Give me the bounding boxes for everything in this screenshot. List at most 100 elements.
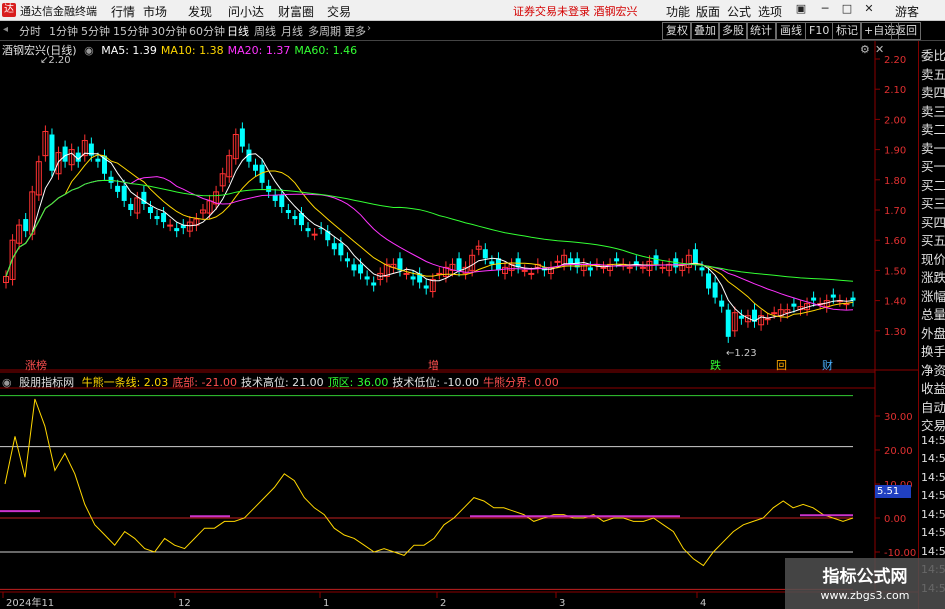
candle-body-109 — [719, 300, 725, 307]
indicator-toggle-icon[interactable]: ◉ — [2, 376, 12, 389]
candle-body-44 — [292, 216, 298, 220]
candle-body-40 — [266, 185, 272, 192]
candle-body-64 — [423, 285, 429, 289]
side-item-5[interactable]: 卖一 — [921, 138, 945, 157]
candle-body-80 — [528, 272, 535, 275]
event-marker-3: 回 — [776, 359, 787, 372]
side-item-26[interactable]: 14:56 — [921, 526, 945, 539]
side-item-8[interactable]: 买三 — [921, 193, 945, 212]
candle-body-3 — [23, 219, 29, 232]
time-label-2: 1 — [323, 598, 329, 609]
ma10-line — [5, 154, 854, 318]
candle-body-25 — [167, 224, 174, 227]
settings-icon[interactable]: ⚙ — [860, 43, 870, 56]
candle-body-91 — [600, 266, 607, 269]
candle-body-52 — [344, 258, 350, 262]
candle-body-74 — [489, 261, 495, 265]
side-item-9[interactable]: 买四 — [921, 212, 945, 231]
candle-body-7 — [49, 134, 55, 171]
kline-chart[interactable]: 2.20 2.10 2.00 1.90 1.80 1.70 1.60 1.50 1.40 1.30… — [0, 0, 918, 609]
side-item-12[interactable]: 涨跌 — [921, 267, 945, 286]
price-tick-label-7: 1.50 — [884, 266, 906, 277]
close-pane-icon[interactable]: ✕ — [875, 43, 884, 56]
side-item-21[interactable]: 14:56 — [921, 434, 945, 447]
candle-body-53 — [351, 264, 357, 271]
candle-body-55 — [364, 276, 370, 280]
side-item-22[interactable]: 14:56 — [921, 452, 945, 465]
price-tick-label-0: 2.20 — [884, 55, 906, 66]
candle-body-43 — [285, 210, 291, 214]
candle-body-117 — [771, 312, 778, 315]
candle-body-69 — [456, 258, 462, 271]
candle-body-36 — [239, 128, 245, 147]
side-item-25[interactable]: 14:56 — [921, 508, 945, 521]
indicator-param-2: 技术高位: 21.00 — [240, 376, 324, 389]
side-item-13[interactable]: 涨幅 — [921, 286, 945, 305]
candle-body-106 — [699, 267, 705, 271]
quote-side-panel: 委比 卖五 卖四 卖三 卖二 卖一 买一 买二 买三 买四 买五 现价 涨跌 涨幅 总量 外盘 换手 净资 收益 自动… — [918, 41, 945, 609]
main-chart-legend: 酒钢宏兴(日线) ◉ MA5: 1.39 MA10: 1.38 MA20: 1.37… — [2, 42, 365, 58]
time-label-4: 3 — [559, 598, 565, 609]
side-item-20[interactable]: 交易 — [921, 415, 945, 434]
candle-body-56 — [371, 282, 377, 286]
side-item-7[interactable]: 买二 — [921, 175, 945, 194]
side-item-11[interactable]: 现价 — [921, 249, 945, 268]
side-item-16[interactable]: 换手 — [921, 341, 945, 360]
ma-label-2: MA20: 1.37 — [227, 44, 291, 57]
price-tick-label-3: 1.90 — [884, 146, 906, 157]
side-item-14[interactable]: 总量 — [921, 304, 945, 323]
candle-body-84 — [554, 260, 561, 263]
side-item-2[interactable]: 卖四 — [921, 82, 945, 101]
indicator-param-3: 顶区: 36.00 — [327, 376, 389, 389]
ind-tick-label-0: 30.00 — [884, 412, 913, 423]
side-item-0[interactable]: 委比 — [921, 45, 945, 64]
side-item-19[interactable]: 自动 — [921, 397, 945, 416]
side-item-18[interactable]: 收益 — [921, 378, 945, 397]
candle-body-16 — [108, 176, 114, 183]
candle-body-38 — [253, 164, 259, 171]
side-item-3[interactable]: 卖三 — [921, 101, 945, 120]
price-tick-label-1: 2.10 — [884, 85, 906, 96]
current-value-badge: 5.51 — [875, 485, 911, 498]
ma-label-1: MA10: 1.38 — [160, 44, 224, 57]
side-item-24[interactable]: 14:56 — [921, 489, 945, 502]
time-label-5: 4 — [700, 598, 706, 609]
price-tick-label-6: 1.60 — [884, 236, 906, 247]
candle-body-24 — [161, 213, 167, 223]
side-item-1[interactable]: 卖五 — [921, 64, 945, 83]
candle-body-110 — [725, 309, 731, 337]
side-item-27[interactable]: 14:56 — [921, 545, 945, 558]
candle-body-97 — [639, 266, 646, 269]
legend-toggle-icon[interactable]: ◉ — [84, 44, 94, 57]
side-item-6[interactable]: 买一 — [921, 156, 945, 175]
candle-body-79 — [521, 269, 528, 272]
candle-body-61 — [403, 272, 410, 275]
indicator-title[interactable]: 股朋指标网 — [19, 376, 74, 389]
candle-body-51 — [338, 243, 344, 256]
price-tick-label-8: 1.40 — [884, 297, 906, 308]
candle-body-23 — [154, 216, 160, 220]
candle-body-41 — [272, 194, 278, 201]
candle-body-107 — [706, 273, 712, 289]
ma5-line — [5, 152, 854, 322]
price-tick-label-4: 1.80 — [884, 176, 906, 187]
candle-body-100 — [659, 266, 666, 269]
candle-body-126 — [830, 294, 836, 298]
candle-body-62 — [410, 276, 416, 280]
indicator-param-1: 底部: -21.00 — [172, 376, 237, 389]
stock-title[interactable]: 酒钢宏兴(日线) — [2, 44, 77, 57]
side-item-4[interactable]: 卖二 — [921, 119, 945, 138]
side-item-15[interactable]: 外盘 — [921, 323, 945, 342]
candle-body-108 — [712, 282, 718, 298]
time-label-3: 2 — [440, 598, 446, 609]
side-item-10[interactable]: 买五 — [921, 230, 945, 249]
watermark-title: 指标公式网 — [822, 567, 908, 587]
side-item-23[interactable]: 14:56 — [921, 471, 945, 484]
candle-body-123 — [811, 297, 817, 301]
event-marker-4: 财 — [822, 358, 833, 372]
price-tick-label-5: 1.70 — [884, 206, 906, 217]
candle-body-46 — [305, 228, 311, 232]
event-marker-2: 跌 — [710, 358, 721, 372]
candle-body-17 — [115, 185, 121, 192]
side-item-17[interactable]: 净资 — [921, 360, 945, 379]
